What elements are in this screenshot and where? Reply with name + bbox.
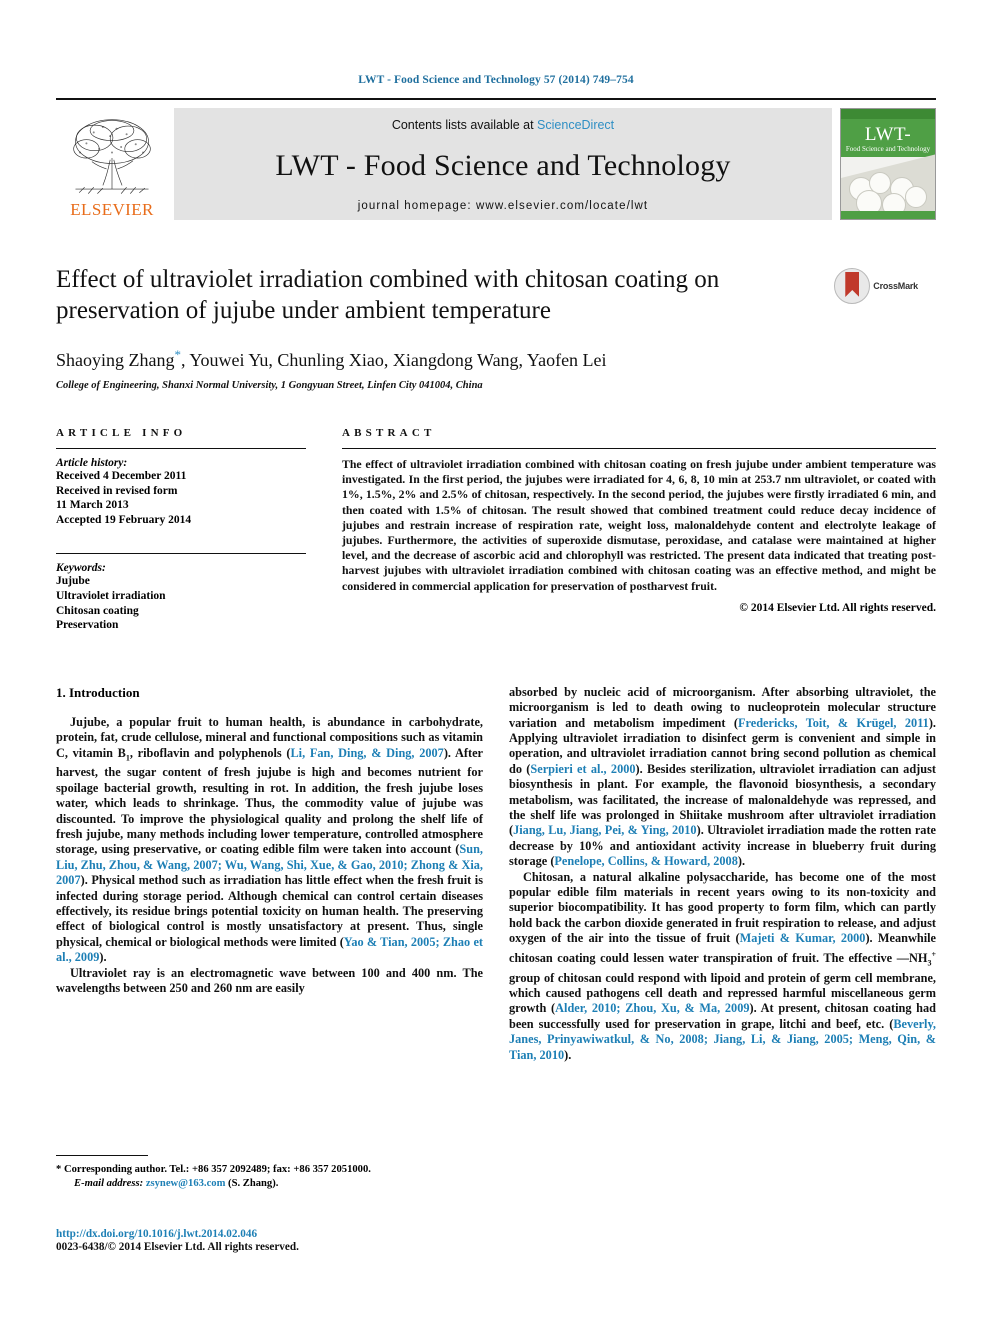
email-note: E-mail address: zsynew@163.com (S. Zhang… xyxy=(56,1177,476,1191)
abstract-copyright: © 2014 Elsevier Ltd. All rights reserved… xyxy=(739,601,936,614)
banner-center: Contents lists available at ScienceDirec… xyxy=(174,108,832,220)
text-run: ). After harvest, the sugar content of f… xyxy=(56,745,483,857)
affiliation: College of Engineering, Shanxi Normal Un… xyxy=(56,380,483,391)
citation-link[interactable]: Serpieri et al., 2000 xyxy=(530,762,635,776)
keywords-label: Keywords: xyxy=(56,562,106,575)
authors-remaining: , Youwei Yu, Chunling Xiao, Xiangdong Wa… xyxy=(181,350,607,370)
history-item: Received 4 December 2011 xyxy=(56,470,187,482)
keyword-item: Preservation xyxy=(56,619,119,632)
text-run: ). xyxy=(564,1047,572,1062)
sciencedirect-link[interactable]: ScienceDirect xyxy=(537,118,614,132)
body-columns: 1. Introduction Jujube, a popular fruit … xyxy=(56,685,936,1063)
history-item: Received in revised form xyxy=(56,484,178,497)
abstract-text: The effect of ultraviolet irradiation co… xyxy=(342,457,936,593)
journal-title: LWT - Food Science and Technology xyxy=(275,149,731,182)
article-history-label: Article history: xyxy=(56,457,128,469)
history-item: 11 March 2013 xyxy=(56,499,129,512)
article-info-heading: ARTICLE INFO xyxy=(56,427,187,439)
doi-link[interactable]: http://dx.doi.org/10.1016/j.lwt.2014.02.… xyxy=(56,1228,496,1240)
abstract-column: ABSTRACT The effect of ultraviolet irrad… xyxy=(342,427,936,633)
text-run: , riboflavin and polyphenols ( xyxy=(129,745,291,760)
page-title: Effect of ultraviolet irradiation combin… xyxy=(56,266,720,324)
email-owner: (S. Zhang). xyxy=(225,1178,279,1189)
crossmark-badge[interactable]: CrossMark xyxy=(826,264,918,391)
intro-paragraph-2: Ultraviolet ray is an electromagnetic wa… xyxy=(56,965,483,996)
citation-link[interactable]: Jiang, Lu, Jiang, Pei, & Ying, 2010 xyxy=(513,823,696,837)
running-head: LWT - Food Science and Technology 57 (20… xyxy=(358,74,634,86)
body-column-left: 1. Introduction Jujube, a popular fruit … xyxy=(56,685,483,1063)
superscript: + xyxy=(931,949,936,959)
info-abstract-row: ARTICLE INFO Article history: Received 4… xyxy=(56,427,936,633)
citation-link[interactable]: Majeti & Kumar, 2000 xyxy=(740,931,866,945)
text-run: ). xyxy=(737,854,746,869)
intro-paragraph-3: Chitosan, a natural alkaline polysacchar… xyxy=(509,870,936,1063)
keyword-item: Chitosan coating xyxy=(56,604,139,617)
footer-block: http://dx.doi.org/10.1016/j.lwt.2014.02.… xyxy=(56,1228,496,1253)
contents-available-line: Contents lists available at ScienceDirec… xyxy=(392,118,614,132)
title-block: Effect of ultraviolet irradiation combin… xyxy=(56,264,936,391)
keyword-item: Jujube xyxy=(56,575,90,588)
journal-homepage[interactable]: journal homepage: www.elsevier.com/locat… xyxy=(358,200,648,212)
intro-paragraph-2-continued: absorbed by nucleic acid of microorganis… xyxy=(509,685,936,870)
paper-page: LWT - Food Science and Technology 57 (20… xyxy=(0,0,992,1323)
intro-paragraph-1: Jujube, a popular fruit to human health,… xyxy=(56,715,483,966)
citation-link[interactable]: Penelope, Collins, & Howard, 2008 xyxy=(554,854,737,868)
elsevier-logo: ELSEVIER xyxy=(56,108,168,220)
elsevier-wordmark: ELSEVIER xyxy=(70,200,154,219)
issn-copyright-line: 0023-6438/© 2014 Elsevier Ltd. All right… xyxy=(56,1241,299,1253)
journal-banner: ELSEVIER Contents lists available at Sci… xyxy=(56,98,936,220)
email-label: E-mail address: xyxy=(74,1178,144,1189)
author-first: Shaoying Zhang xyxy=(56,350,175,370)
citation-link[interactable]: Li, Fan, Ding, & Ding, 2007 xyxy=(290,746,443,760)
subscript: 3 xyxy=(927,958,932,968)
article-info-column: ARTICLE INFO Article history: Received 4… xyxy=(56,427,306,633)
crossmark-label: CrossMark xyxy=(873,281,918,291)
footnote-block: * Corresponding author. Tel.: +86 357 20… xyxy=(56,1155,476,1191)
journal-cover-thumbnail: LWT- Food Science and Technology xyxy=(840,108,936,220)
author-list: Shaoying Zhang*, Youwei Yu, Chunling Xia… xyxy=(56,347,826,371)
crossmark-icon xyxy=(834,268,871,304)
cover-lwt-text: LWT- xyxy=(864,124,912,146)
text-run: ). xyxy=(99,950,107,965)
history-item: Accepted 19 February 2014 xyxy=(56,513,192,526)
section-title-introduction: 1. Introduction xyxy=(56,684,140,700)
corresponding-author-note: * Corresponding author. Tel.: +86 357 20… xyxy=(56,1164,371,1175)
contents-prefix: Contents lists available at xyxy=(391,118,538,132)
footnote-rule xyxy=(56,1155,148,1156)
body-column-right: absorbed by nucleic acid of microorganis… xyxy=(509,685,936,1063)
email-link[interactable]: zsynew@163.com xyxy=(146,1178,226,1189)
citation-link[interactable]: Fredericks, Toit, & Krügel, 2011 xyxy=(738,716,929,730)
abstract-heading: ABSTRACT xyxy=(342,427,436,439)
keyword-item: Ultraviolet irradiation xyxy=(56,589,166,602)
citation-link[interactable]: Alder, 2010; Zhou, Xu, & Ma, 2009 xyxy=(555,1001,749,1015)
elsevier-tree-icon xyxy=(73,119,151,194)
cover-subtitle-text: Food Science and Technology xyxy=(845,145,931,154)
